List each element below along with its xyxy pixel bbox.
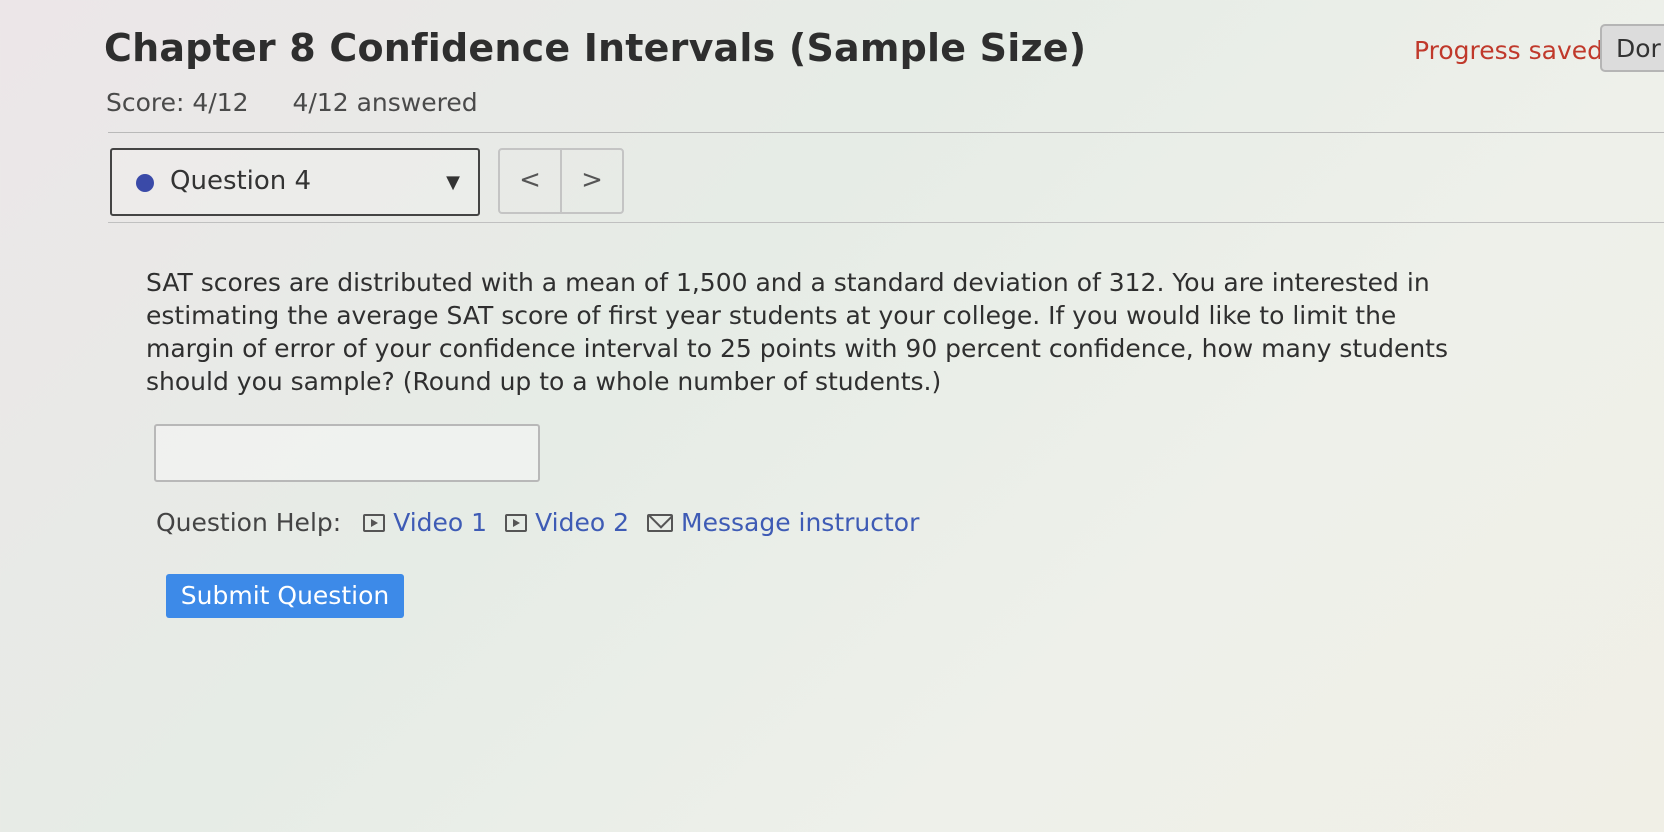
score-line: Score: 4/12 4/12 answered xyxy=(106,88,514,117)
play-icon xyxy=(363,513,386,532)
message-instructor-link[interactable]: Message instructor xyxy=(647,508,919,537)
mail-icon xyxy=(647,513,673,532)
question-nav-group: < > xyxy=(498,148,624,214)
message-instructor-label: Message instructor xyxy=(681,508,920,537)
question-help-label: Question Help: xyxy=(156,508,342,537)
video-2-link[interactable]: Video 2 xyxy=(505,508,629,537)
answer-input[interactable] xyxy=(154,424,540,482)
play-icon xyxy=(505,513,528,532)
video-1-link[interactable]: Video 1 xyxy=(363,508,487,537)
caret-down-icon: ▼ xyxy=(446,172,460,193)
next-question-button[interactable]: > xyxy=(562,150,622,212)
question-select-label: Question 4 xyxy=(170,166,312,196)
question-help-row: Question Help: Video 1 Video 2 Message i… xyxy=(156,508,937,537)
header-divider xyxy=(108,132,1664,133)
score-text: Score: 4/12 xyxy=(106,88,249,117)
nav-divider xyxy=(108,222,1664,223)
done-button[interactable]: Dor xyxy=(1600,24,1664,72)
question-text: SAT scores are distributed with a mean o… xyxy=(146,268,1449,396)
video-1-label: Video 1 xyxy=(393,508,488,537)
video-2-label: Video 2 xyxy=(535,508,629,537)
question-status-dot xyxy=(136,174,154,192)
answered-text: 4/12 answered xyxy=(292,88,478,117)
progress-status: Progress saved xyxy=(1414,36,1604,65)
question-select[interactable]: Question 4 ▼ xyxy=(110,148,480,216)
prev-question-button[interactable]: < xyxy=(500,150,562,212)
submit-question-button[interactable]: Submit Question xyxy=(166,574,404,618)
page-title: Chapter 8 Confidence Intervals (Sample S… xyxy=(104,26,1087,70)
